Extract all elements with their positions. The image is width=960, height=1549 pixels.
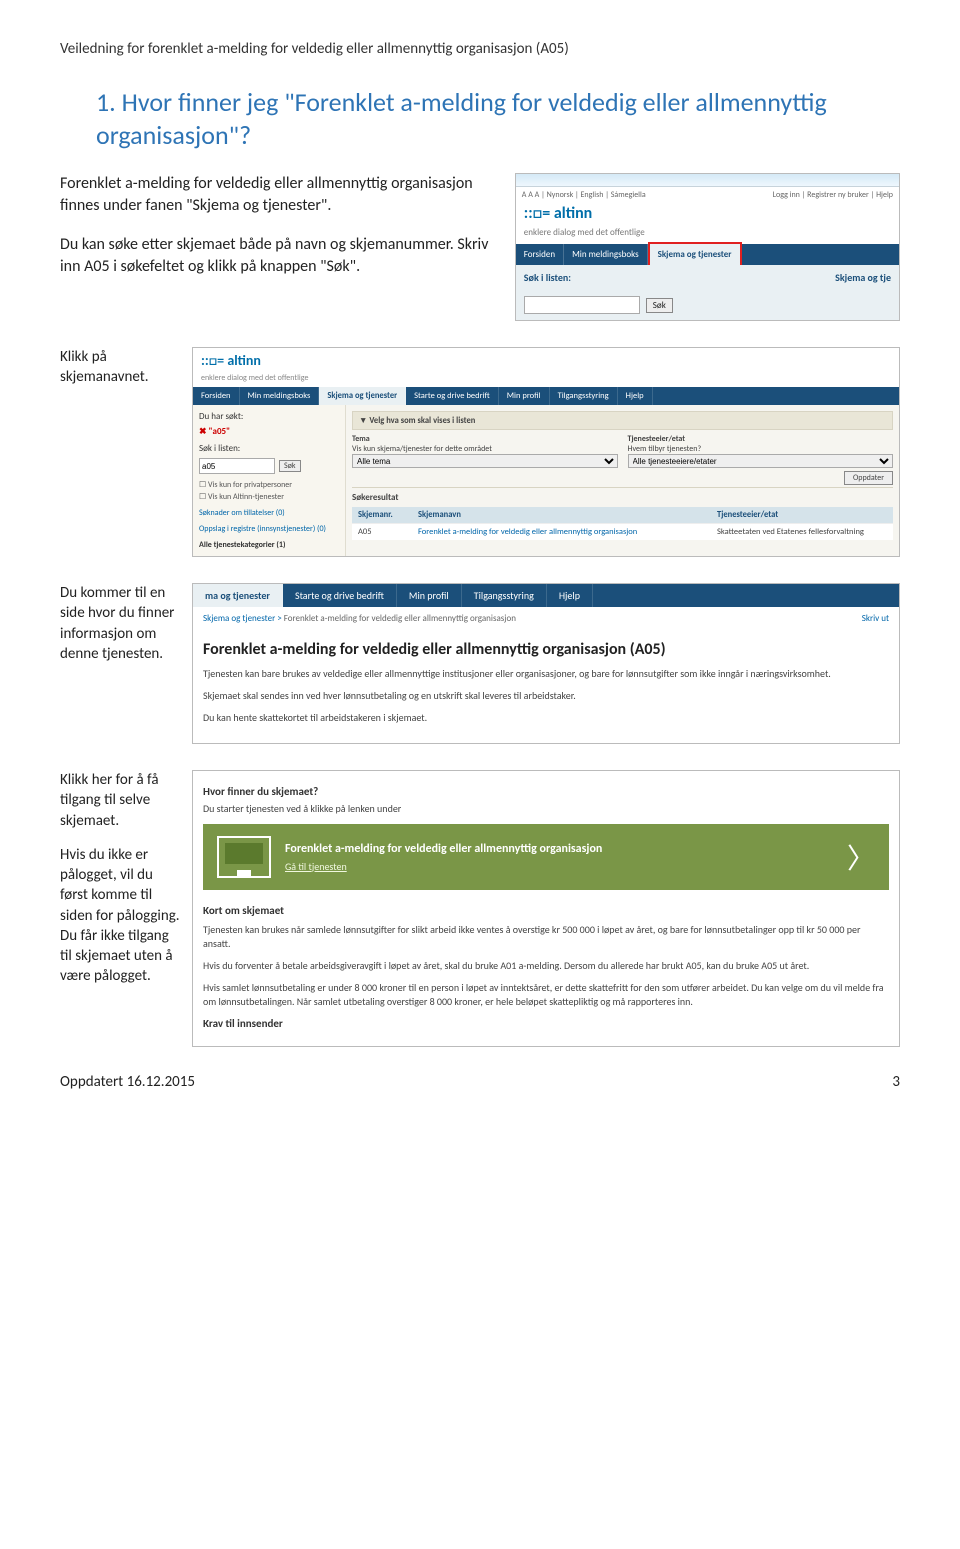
altinn-logo: ::□= altinn bbox=[516, 200, 899, 227]
altinn-logo: ::□= altinn bbox=[193, 348, 899, 373]
search-button[interactable]: Søk bbox=[646, 298, 673, 313]
launch-link[interactable]: Gå til tjenesten bbox=[285, 860, 833, 873]
altinn-info-screenshot-bottom: Hvor finner du skjemaet? Du starter tjen… bbox=[192, 770, 900, 1047]
search-input[interactable] bbox=[524, 296, 640, 314]
page-title: Forenklet a-melding for veldedig eller a… bbox=[203, 640, 889, 659]
tema-label: Tema bbox=[352, 434, 618, 444]
col-etat: Tjenesteeier/etat bbox=[717, 510, 887, 520]
result-row[interactable]: A05 Forenklet a-melding for veldedig ell… bbox=[352, 523, 893, 540]
launch-title: Forenklet a-melding for veldedig eller a… bbox=[285, 842, 833, 856]
etat-sub: Hvem tilbyr tjenesten? bbox=[628, 444, 894, 454]
altinn-info-screenshot-top: ma og tjenester Starte og drive bedrift … bbox=[192, 583, 900, 744]
info-paragraph: Du kan hente skattekortet til arbeidstak… bbox=[203, 711, 889, 725]
filter-toggle[interactable]: ▼ Velg hva som skal vises i listen bbox=[352, 411, 893, 430]
tab-min-profil[interactable]: Min profil bbox=[397, 584, 462, 607]
link-tillatelser[interactable]: Søknader om tillatelser (0) bbox=[199, 508, 339, 518]
search-chip[interactable]: ✖ "a05" bbox=[199, 426, 339, 437]
altinn-nav: Forsiden Min meldingsboks Skjema og tjen… bbox=[516, 244, 899, 265]
launch-service-banner[interactable]: Forenklet a-melding for veldedig eller a… bbox=[203, 824, 889, 890]
checkbox-altinn-tjenester[interactable]: ☐ Vis kun Altinn-tjenester bbox=[199, 492, 339, 502]
page-number: 3 bbox=[892, 1073, 900, 1091]
altinn-slogan: enklere dialog med det offentlige bbox=[193, 373, 899, 387]
instruction-click-access: Klikk her for å få tilgang til selve skj… bbox=[60, 770, 180, 831]
search-input[interactable] bbox=[199, 458, 275, 474]
where-heading: Hvor finner du skjemaet? bbox=[203, 785, 889, 798]
tab-hjelp[interactable]: Hjelp bbox=[547, 584, 593, 607]
tab-forsiden[interactable]: Forsiden bbox=[516, 244, 564, 265]
oppdater-button[interactable]: Oppdater bbox=[844, 471, 893, 485]
tab-skjema-og-tjenester[interactable]: ma og tjenester bbox=[193, 584, 283, 607]
tab-meldingsboks[interactable]: Min meldingsboks bbox=[564, 244, 648, 265]
lang-switch: A A A | Nynorsk | English | Sámegiella bbox=[522, 190, 646, 200]
tab-cutoff: Skjema og tje bbox=[835, 271, 891, 284]
instruction-click-name: Klikk på skjemanavnet. bbox=[60, 347, 180, 388]
altinn-search-screenshot: A A A | Nynorsk | English | Sámegiella L… bbox=[515, 173, 900, 321]
col-skjemanr: Skjemanr. bbox=[358, 510, 418, 520]
tab-starte-og-drive[interactable]: Starte og drive bedrift bbox=[406, 387, 499, 405]
etat-select[interactable]: Alle tjenesteeiere/etater bbox=[628, 454, 894, 468]
tab-meldingsboks[interactable]: Min meldingsboks bbox=[240, 387, 320, 405]
tab-min-profil[interactable]: Min profil bbox=[499, 387, 550, 405]
info-paragraph: Tjenesten kan bare brukes av veldedige e… bbox=[203, 667, 889, 681]
login-links: Logg inn | Registrer ny bruker | Hjelp bbox=[773, 190, 893, 200]
instruction-info-page: Du kommer til en side hvor du finner inf… bbox=[60, 583, 180, 664]
intro-paragraph-1: Forenklet a-melding for veldedig eller a… bbox=[60, 173, 497, 218]
cell-skjemanavn[interactable]: Forenklet a-melding for veldedig eller a… bbox=[418, 527, 717, 537]
link-alle-kategorier[interactable]: Alle tjenestekategorier (1) bbox=[199, 540, 339, 550]
computer-icon bbox=[217, 836, 271, 878]
kort-paragraph: Hvis du forventer å betale arbeidsgivera… bbox=[203, 959, 889, 973]
search-label: Søk i listen: bbox=[199, 443, 339, 454]
document-header: Veiledning for forenklet a-melding for v… bbox=[60, 40, 900, 58]
cell-etat: Skatteetaten ved Etatenes fellesforvaltn… bbox=[717, 527, 887, 537]
tema-select[interactable]: Alle tema bbox=[352, 454, 618, 468]
kort-paragraph: Hvis samlet lønnsutbetaling er under 8 0… bbox=[203, 981, 889, 1009]
print-link[interactable]: Skriv ut bbox=[862, 613, 889, 624]
chevron-right-icon: 〉 bbox=[847, 837, 875, 877]
tab-tilgangsstyring[interactable]: Tilgangsstyring bbox=[462, 584, 547, 607]
breadcrumb-link[interactable]: Skjema og tjenester bbox=[203, 613, 275, 624]
tab-starte-og-drive[interactable]: Starte og drive bedrift bbox=[283, 584, 397, 607]
checkbox-privatpersoner[interactable]: ☐ Vis kun for privatpersoner bbox=[199, 480, 339, 490]
altinn-result-screenshot: ::□= altinn enklere dialog med det offen… bbox=[192, 347, 900, 557]
tab-hjelp[interactable]: Hjelp bbox=[618, 387, 653, 405]
where-sub: Du starter tjenesten ved å klikke på len… bbox=[203, 802, 889, 816]
footer-date: Oppdatert 16.12.2015 bbox=[60, 1073, 195, 1091]
krav-heading: Krav til innsender bbox=[203, 1017, 889, 1030]
intro-paragraph-2: Du kan søke etter skjemaet både på navn … bbox=[60, 234, 497, 279]
kort-paragraph: Tjenesten kan brukes når samlede lønnsut… bbox=[203, 923, 889, 951]
tab-skjema-og-tjenester[interactable]: Skjema og tjenester bbox=[648, 242, 742, 265]
cell-skjemanr: A05 bbox=[358, 527, 418, 537]
search-button[interactable]: Søk bbox=[279, 460, 301, 472]
tab-skjema-og-tjenester[interactable]: Skjema og tjenester bbox=[319, 387, 406, 405]
link-registre[interactable]: Oppslag i registre (innsynstjenester) (0… bbox=[199, 524, 339, 534]
kort-heading: Kort om skjemaet bbox=[203, 904, 889, 917]
section-heading: 1. Hvor finner jeg "Forenklet a-melding … bbox=[96, 86, 900, 151]
tab-tilgangsstyring[interactable]: Tilgangsstyring bbox=[550, 387, 618, 405]
tab-forsiden[interactable]: Forsiden bbox=[193, 387, 240, 405]
tema-sub: Vis kun skjema/tjenester for dette områd… bbox=[352, 444, 618, 454]
info-paragraph: Skjemaet skal sendes inn ved hver lønnsu… bbox=[203, 689, 889, 703]
search-label: Søk i listen: bbox=[524, 271, 571, 284]
instruction-login-required: Hvis du ikke er pålogget, vil du først k… bbox=[60, 845, 180, 987]
breadcrumb: Skjema og tjenester > Forenklet a-meldin… bbox=[203, 613, 516, 624]
result-header: Søkeresultat bbox=[352, 487, 893, 505]
col-skjemanavn: Skjemanavn bbox=[418, 510, 717, 520]
etat-label: Tjenesteeier/etat bbox=[628, 434, 894, 444]
searched-for-label: Du har søkt: bbox=[199, 411, 339, 422]
